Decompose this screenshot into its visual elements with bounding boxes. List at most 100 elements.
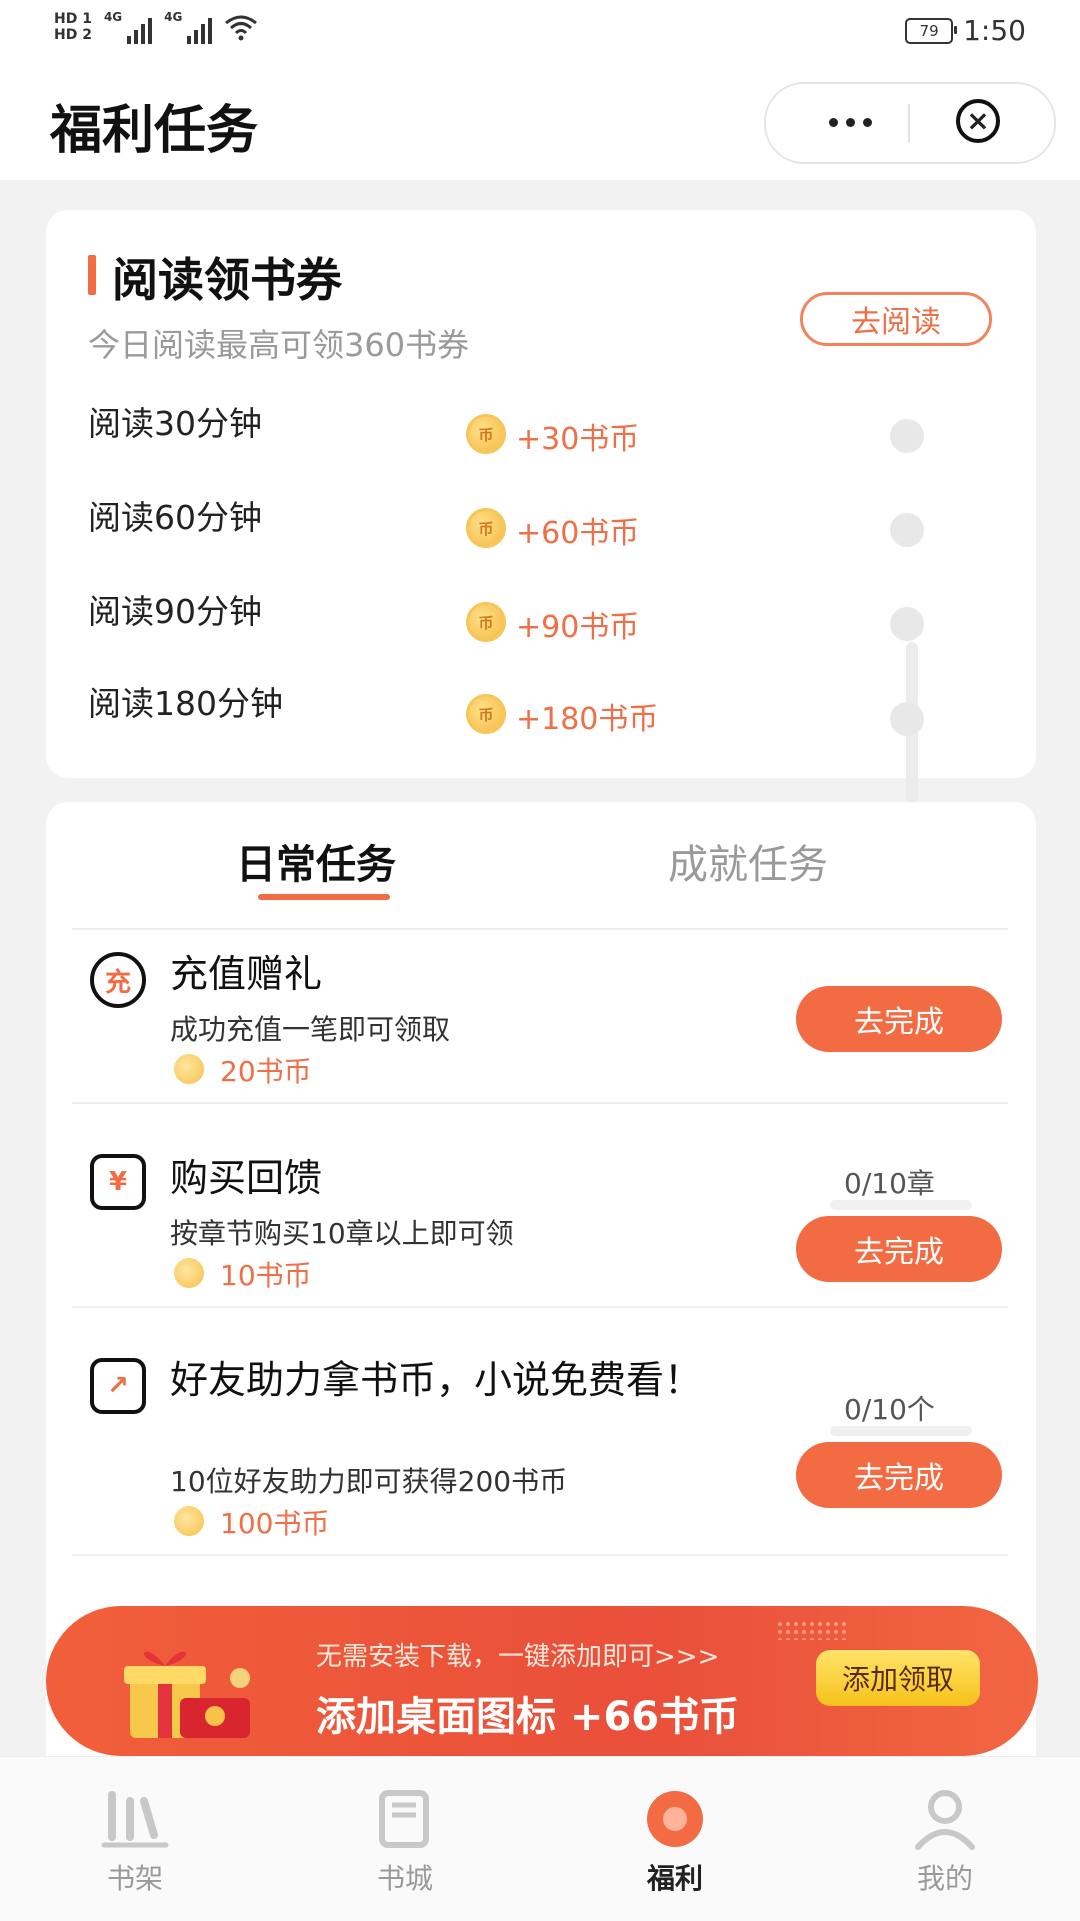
coin-icon: 币: [466, 414, 506, 454]
wifi-icon: [225, 15, 258, 41]
divider: [72, 928, 1008, 930]
reading-subtitle: 今日阅读最高可领360书券: [88, 326, 470, 364]
status-bar: HD 1 HD 2 4G 4G 79 1:50: [0, 0, 1080, 66]
battery-icon: 79: [905, 17, 958, 44]
coin-icon: 币: [466, 508, 506, 548]
status-left: HD 1 HD 2 4G 4G: [54, 10, 258, 44]
status-right: 79 1:50: [905, 14, 1026, 47]
task-progress: 0/10章: [844, 1167, 935, 1200]
nav-profile[interactable]: 我的: [855, 1787, 1035, 1907]
book-store-icon: [379, 1790, 429, 1848]
battery-level: 79: [919, 21, 939, 40]
complete-button[interactable]: 去完成: [796, 1216, 1002, 1282]
share-glyph: ↗: [107, 1371, 129, 1401]
coin-glyph: 币: [478, 705, 494, 724]
more-dots-icon[interactable]: [810, 102, 890, 142]
task-desc: 10位好友助力即可获得200书币: [170, 1465, 568, 1498]
progress-dot: [890, 607, 924, 641]
divider: [72, 1554, 1008, 1556]
hd-indicator: HD 1 HD 2: [54, 11, 92, 43]
nav-welfare[interactable]: 福利: [585, 1787, 765, 1907]
reading-row: 阅读90分钟 币 +90书币: [88, 594, 988, 654]
progress-dot: [890, 513, 924, 547]
recharge-glyph: 充: [104, 967, 131, 998]
tab-achievement-tasks[interactable]: 成就任务: [668, 832, 828, 890]
coin-glyph: 币: [478, 519, 494, 538]
profile-icon: [915, 1790, 975, 1850]
coin-icon: 币: [466, 602, 506, 642]
reading-row-reward: +90书币: [516, 610, 640, 645]
coin-icon: [174, 1258, 204, 1288]
task-title: 充值赠礼: [170, 952, 323, 996]
gift-box-icon: [124, 1651, 250, 1738]
coin-glyph: 币: [478, 613, 494, 632]
progress-dot: [890, 702, 924, 736]
task-progress-bar: [830, 1200, 972, 1210]
purchase-glyph: ¥: [108, 1167, 128, 1197]
reading-row: 阅读30分钟 币 +30书币: [88, 406, 988, 466]
task-progress-bar: [830, 1426, 972, 1436]
reading-row-reward: +30书币: [516, 422, 640, 457]
recharge-icon: 充: [90, 952, 146, 1008]
nav-label: 我的: [916, 1862, 973, 1895]
mini-program-capsule: ×: [764, 82, 1056, 164]
coin-glyph: 币: [478, 425, 494, 444]
bookshelf-icon: [101, 1791, 169, 1848]
coin-icon: [174, 1506, 204, 1536]
task-title: 好友助力拿书币，小说免费看！: [170, 1358, 703, 1402]
go-read-button[interactable]: 去阅读: [800, 292, 992, 346]
page-title: 福利任务: [50, 101, 259, 161]
tab-active-underline: [258, 894, 390, 900]
task-reward: 100书币: [220, 1507, 330, 1540]
banner-title: 添加桌面图标 +66书币: [316, 1694, 740, 1740]
reading-reward-card: 阅读领书券 今日阅读最高可领360书券 去阅读 阅读30分钟 币 +30书币 阅…: [46, 210, 1036, 932]
close-circle-icon[interactable]: ×: [956, 99, 1000, 143]
complete-button[interactable]: 去完成: [796, 1442, 1002, 1508]
nav-book-store[interactable]: 书城: [315, 1787, 495, 1907]
divider: [72, 1102, 1008, 1104]
complete-button[interactable]: 去完成: [796, 986, 1002, 1052]
task-title: 购买回馈: [170, 1156, 323, 1200]
task-desc: 按章节购买10章以上即可领: [170, 1217, 514, 1250]
reading-title: 阅读领书券: [112, 253, 342, 307]
tab-daily-tasks[interactable]: 日常任务: [236, 832, 396, 890]
clock: 1:50: [963, 14, 1026, 47]
banner-decoration: [776, 1620, 846, 1640]
nav-label: 书城: [376, 1862, 433, 1895]
add-claim-button[interactable]: 添加领取: [816, 1650, 980, 1706]
share-icon: ↗: [90, 1358, 146, 1414]
net1-label: 4G: [103, 10, 123, 24]
task-reward: 10书币: [220, 1259, 312, 1292]
task-reward: 20书币: [220, 1055, 312, 1088]
reading-row-label: 阅读60分钟: [88, 500, 262, 537]
reading-row-label: 阅读90分钟: [88, 594, 262, 631]
hd1-label: HD 1: [54, 11, 92, 27]
reading-row: 阅读180分钟 币 +180书币: [88, 686, 988, 746]
banner-subtitle: 无需安装下载，一键添加即可>>>: [316, 1642, 720, 1672]
reading-row-label: 阅读180分钟: [88, 686, 283, 723]
signal-2-icon: 4G: [164, 10, 213, 44]
net2-label: 4G: [164, 10, 183, 24]
reading-row-label: 阅读30分钟: [88, 406, 262, 443]
reading-row-reward: +60书币: [516, 516, 640, 551]
coin-icon: 币: [466, 694, 506, 734]
welfare-icon: [647, 1791, 703, 1847]
nav-label: 书架: [106, 1862, 163, 1895]
bottom-nav: 书架 书城 福利 我的: [0, 1756, 1080, 1921]
capsule-divider: [908, 104, 910, 142]
reading-row-reward: +180书币: [516, 702, 659, 737]
title-accent-bar: [88, 255, 96, 295]
divider: [72, 1306, 1008, 1308]
add-desktop-icon-banner[interactable]: 无需安装下载，一键添加即可>>> 添加桌面图标 +66书币 添加领取: [46, 1606, 1038, 1756]
nav-bookshelf[interactable]: 书架: [45, 1787, 225, 1907]
coin-icon: [174, 1054, 204, 1084]
task-desc: 成功充值一笔即可领取: [170, 1013, 451, 1046]
signal-1-icon: 4G: [103, 10, 153, 44]
reading-row: 阅读60分钟 币 +60书币: [88, 500, 988, 560]
progress-dot: [890, 419, 924, 453]
hd2-label: HD 2: [54, 27, 92, 43]
header: 福利任务 ×: [0, 66, 1080, 180]
task-progress: 0/10个: [844, 1393, 935, 1426]
nav-label: 福利: [646, 1862, 703, 1895]
purchase-icon: ¥: [90, 1154, 146, 1210]
